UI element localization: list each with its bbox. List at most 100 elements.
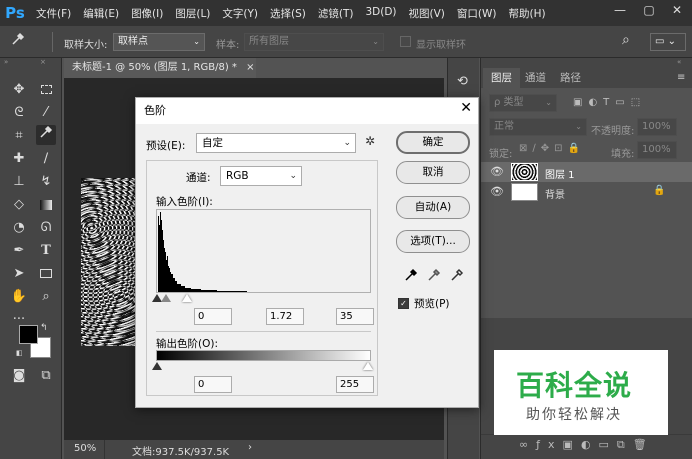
rectangle-tool-icon[interactable]: [36, 264, 56, 284]
channel-select[interactable]: RGB ⌄: [220, 166, 302, 186]
sample-size-label: 取样大小:: [64, 40, 108, 51]
crop-tool-icon[interactable]: ⌗: [9, 126, 29, 146]
document-info: 文档:937.5K/937.5K: [132, 447, 230, 458]
cancel-button[interactable]: 取消: [396, 161, 470, 184]
lock-icons[interactable]: ⊠∕✥⊡🔒: [519, 143, 585, 154]
input-levels-label: 输入色阶(I):: [156, 196, 213, 208]
toolbar-close-icon[interactable]: ×: [40, 58, 46, 66]
marquee-tool-icon[interactable]: [36, 80, 56, 100]
default-colors-icon[interactable]: ◧: [16, 349, 23, 357]
visibility-eye-icon[interactable]: 👁: [490, 165, 504, 178]
zoom-tool-icon[interactable]: ⌕: [36, 287, 56, 307]
output-black-value[interactable]: 0: [194, 376, 232, 393]
histogram: [156, 209, 371, 293]
layer-thumbnail: [511, 183, 538, 201]
magic-wand-tool-icon[interactable]: ⁄: [36, 103, 56, 123]
dialog-close-icon[interactable]: ✕: [460, 100, 472, 116]
brush-tool-icon[interactable]: ∕: [36, 149, 56, 169]
menu-item[interactable]: 编辑(E): [77, 6, 125, 21]
history-panel-icon[interactable]: ⟲: [457, 74, 468, 89]
eyedropper-tool-icon[interactable]: [36, 125, 56, 145]
layer-row-1[interactable]: 👁 图层 1: [481, 162, 692, 182]
status-menu-arrow-icon[interactable]: ›: [248, 442, 252, 453]
dodge-tool-icon[interactable]: ᘏ: [36, 218, 56, 238]
menu-item[interactable]: 窗口(W): [451, 6, 503, 21]
blend-mode-select[interactable]: 正常 ⌄: [489, 118, 587, 136]
zoom-level[interactable]: 50%: [74, 443, 96, 454]
layer-actions-icons[interactable]: ∞ƒx▣◐▭⧉🗑: [519, 438, 655, 452]
eyedropper-tool-preset-icon[interactable]: [8, 32, 28, 52]
menu-item[interactable]: 图像(I): [125, 6, 169, 21]
close-window-button[interactable]: ✕: [662, 0, 692, 22]
pen-tool-icon[interactable]: ✒: [9, 241, 29, 261]
sample-size-select[interactable]: 取样点 ⌄: [113, 33, 205, 51]
tab-paths[interactable]: 路径: [552, 68, 589, 88]
move-tool-icon[interactable]: ✥: [9, 80, 29, 100]
preset-select[interactable]: 自定 ⌄: [196, 133, 356, 153]
workspace-switcher[interactable]: ▭ ⌄: [650, 33, 686, 51]
input-gray-slider[interactable]: [161, 294, 171, 302]
ok-button[interactable]: 确定: [396, 131, 470, 154]
layer-thumbnail: [511, 163, 538, 181]
path-selection-tool-icon[interactable]: ➤: [9, 264, 29, 284]
tab-channels[interactable]: 通道: [517, 68, 554, 88]
input-gamma-value[interactable]: 1.72: [266, 308, 304, 325]
black-point-eyedropper-icon[interactable]: [404, 268, 418, 285]
opacity-label: 不透明度:: [591, 126, 635, 137]
preset-options-gear-icon[interactable]: ✲: [365, 134, 375, 148]
toolbar-collapse-icon[interactable]: »: [4, 58, 8, 66]
input-black-value[interactable]: 0: [194, 308, 232, 325]
visibility-eye-icon[interactable]: 👁: [490, 185, 504, 198]
healing-brush-tool-icon[interactable]: ✚: [9, 149, 29, 169]
white-point-eyedropper-icon[interactable]: [450, 268, 464, 285]
output-white-slider[interactable]: [363, 362, 373, 370]
screen-mode-icon[interactable]: ⧉: [36, 366, 56, 386]
menu-item[interactable]: 3D(D): [359, 6, 402, 21]
options-button[interactable]: 选项(T)...: [396, 230, 470, 253]
show-ring-checkbox[interactable]: [400, 36, 411, 47]
show-ring-label: 显示取样环: [416, 40, 466, 51]
lasso-tool-icon[interactable]: ᘓ: [9, 103, 29, 123]
hand-tool-icon[interactable]: ✋: [9, 287, 29, 307]
document-tab-close-icon[interactable]: ×: [246, 62, 254, 73]
menu-item[interactable]: 文字(Y): [216, 6, 264, 21]
input-white-slider[interactable]: [182, 294, 192, 302]
output-white-value[interactable]: 255: [336, 376, 374, 393]
lock-label: 锁定:: [489, 149, 513, 160]
panel-collapse-icon[interactable]: «: [677, 58, 681, 66]
menu-item[interactable]: 图层(L): [169, 6, 216, 21]
minimize-button[interactable]: —: [605, 0, 635, 22]
output-levels-label: 输出色阶(O):: [156, 338, 218, 350]
sample-select[interactable]: 所有图层 ⌄: [244, 33, 384, 51]
menu-item[interactable]: 视图(V): [403, 6, 451, 21]
tab-layers[interactable]: 图层: [483, 68, 520, 88]
document-tab[interactable]: 未标题-1 @ 50% (图层 1, RGB/8) * ×: [64, 58, 256, 78]
quick-mask-icon[interactable]: ◙: [9, 366, 29, 386]
menu-item[interactable]: 文件(F): [30, 6, 77, 21]
image-canvas[interactable]: [81, 178, 135, 346]
preview-checkbox[interactable]: ✓: [398, 298, 409, 309]
opacity-input[interactable]: 100%: [637, 118, 677, 136]
eraser-tool-icon[interactable]: ◇: [9, 195, 29, 215]
restore-button[interactable]: ▢: [634, 0, 664, 22]
layer-row-background[interactable]: 👁 背景 🔒: [481, 182, 692, 202]
layer-filter-select[interactable]: ρ 类型 ⌄: [489, 94, 557, 112]
history-brush-tool-icon[interactable]: ↯: [36, 172, 56, 192]
input-white-value[interactable]: 35: [336, 308, 374, 325]
blur-tool-icon[interactable]: ◔: [9, 218, 29, 238]
layer-filter-icons[interactable]: ▣◐T▭⬚: [573, 97, 646, 108]
auto-button[interactable]: 自动(A): [396, 196, 470, 219]
menu-item[interactable]: 帮助(H): [503, 6, 552, 21]
foreground-color-swatch[interactable]: [19, 325, 38, 344]
fill-input[interactable]: 100%: [637, 141, 677, 159]
panel-menu-icon[interactable]: ≡: [677, 72, 685, 83]
menu-item[interactable]: 滤镜(T): [312, 6, 360, 21]
menu-item[interactable]: 选择(S): [264, 6, 312, 21]
search-icon[interactable]: ⌕: [622, 32, 630, 48]
swap-colors-icon[interactable]: ↰: [40, 323, 48, 333]
gray-point-eyedropper-icon[interactable]: [427, 268, 441, 285]
gradient-tool-icon[interactable]: [36, 195, 56, 215]
type-tool-icon[interactable]: T: [36, 241, 56, 261]
clone-stamp-tool-icon[interactable]: ⊥: [9, 172, 29, 192]
output-black-slider[interactable]: [152, 362, 162, 370]
